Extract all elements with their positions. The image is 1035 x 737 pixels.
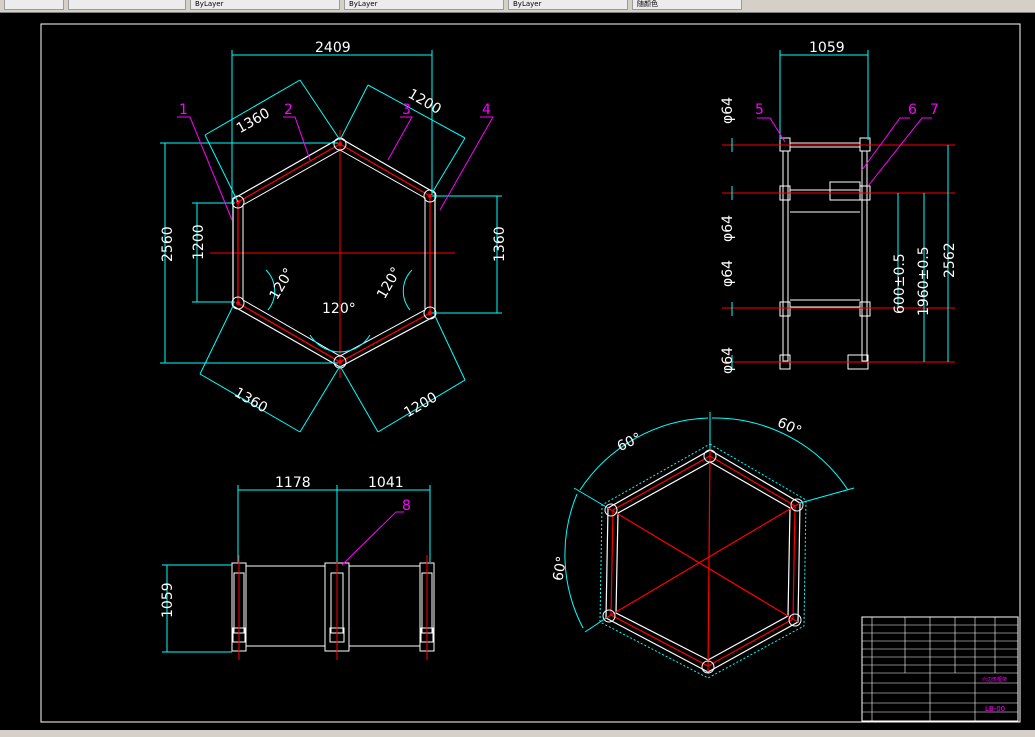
dim-text: 1178	[275, 475, 311, 491]
dim-text: 1360	[234, 105, 273, 137]
drawing-canvas[interactable]: 2409 1360 1200 2560 1200 1360 1360 1200 …	[0, 12, 1035, 730]
dim-text: 2562	[942, 242, 958, 278]
diameter-text: φ64	[720, 260, 736, 287]
angle-text: 120°	[322, 301, 356, 317]
corner-center	[236, 301, 240, 305]
tolerance-text: 1960±0.5	[916, 246, 932, 316]
callout-number: 6	[908, 102, 917, 118]
dim-text: 2409	[315, 40, 351, 56]
callout-number: 2	[284, 102, 293, 118]
angle-text: 60°	[775, 415, 804, 440]
diameter-text: φ64	[720, 347, 736, 374]
dim-text: 1200	[191, 224, 207, 260]
callout-number: 7	[930, 102, 939, 118]
front-view: 1178 1041 1059 8	[160, 475, 435, 660]
angle-text: 60°	[615, 430, 644, 455]
callout-number: 5	[755, 102, 764, 118]
toolbar-tab[interactable]	[68, 0, 186, 10]
layer-dropdown[interactable]: ByLayer	[190, 0, 340, 10]
title-block-drawing-no: LB-00	[985, 705, 1005, 713]
dim-text: 1041	[368, 475, 404, 491]
callout-number: 1	[179, 102, 188, 118]
title-block-part-name: 六边形框架	[982, 676, 1007, 683]
angle-text: 120°	[267, 265, 298, 302]
callout-number: 4	[482, 102, 491, 118]
dim-text: 2560	[160, 226, 176, 262]
plotstyle-dropdown[interactable]: 随颜色	[632, 0, 742, 10]
side-view: 1059 2562 φ64 φ64 φ64 φ64 600±0.5 1960±0…	[720, 40, 958, 374]
dim-text: 1059	[809, 40, 845, 56]
callout-number: 3	[402, 102, 411, 118]
corner-center	[428, 194, 432, 198]
dim-text: 1059	[160, 582, 176, 618]
diameter-text: φ64	[720, 215, 736, 242]
dim-text: 1360	[231, 385, 270, 417]
title-block: 六边形框架 LB-00	[861, 616, 1019, 722]
callout-number: 8	[402, 498, 411, 514]
bottom-view: 60° 60° 60°	[550, 412, 855, 679]
top-view: 2409 1360 1200 2560 1200 1360 1360 1200 …	[160, 40, 508, 433]
corner-center	[428, 311, 432, 315]
dim-text: 1200	[401, 389, 440, 421]
lineweight-dropdown[interactable]: ByLayer	[508, 0, 628, 10]
angle-text: 120°	[374, 265, 405, 302]
diameter-text: φ64	[720, 97, 736, 124]
toolbar-tab[interactable]	[4, 0, 64, 10]
angle-text: 60°	[550, 555, 570, 582]
dim-text: 1360	[492, 226, 508, 262]
status-bar	[0, 730, 1035, 737]
corner-center	[338, 142, 342, 146]
corner-center	[338, 360, 342, 364]
linetype-dropdown[interactable]: ByLayer	[344, 0, 504, 10]
tolerance-text: 600±0.5	[892, 253, 908, 314]
